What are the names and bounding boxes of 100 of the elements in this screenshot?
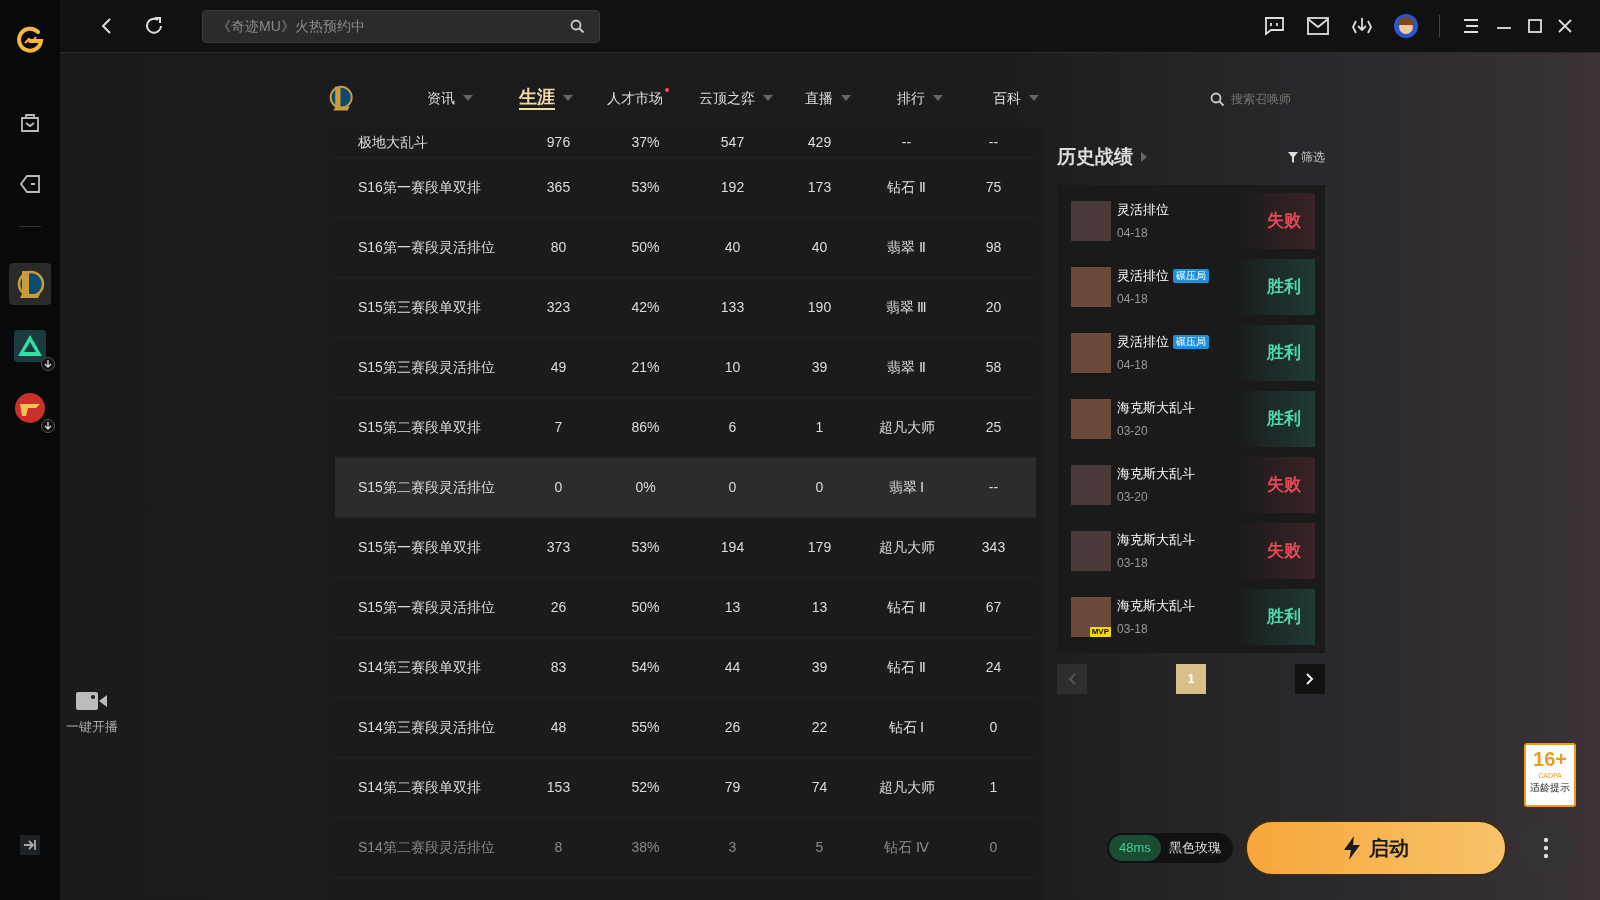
match-row[interactable]: 海克斯大乱斗 03-20 胜利 — [1057, 389, 1325, 449]
table-cell-text: 26 — [549, 598, 568, 617]
table-cell-text: 0 — [814, 478, 825, 497]
table-cell-text: 365 — [545, 178, 572, 197]
refresh-icon[interactable] — [144, 16, 164, 36]
table-cell-text: 3 — [727, 838, 738, 857]
table-cell-text: 26 — [723, 718, 742, 737]
caret-icon — [841, 95, 851, 101]
table-cell-text: 39 — [810, 358, 829, 377]
game-mode: 海克斯大乱斗 — [1117, 465, 1195, 484]
nav-tab[interactable]: 资讯 — [427, 83, 479, 113]
table-cell-text: 39 — [810, 658, 829, 677]
chat-icon[interactable] — [1263, 16, 1285, 36]
chevron-right-icon — [1306, 673, 1314, 685]
launch-button[interactable]: 启动 — [1244, 820, 1507, 876]
table-cell-text: S15第三赛段灵活排位 — [357, 358, 496, 377]
back-icon[interactable] — [100, 17, 114, 35]
search-icon[interactable] — [570, 18, 585, 34]
match-date: 04-18 — [1117, 224, 1149, 242]
filter-icon[interactable] — [1288, 151, 1298, 163]
mail-icon[interactable] — [1307, 17, 1329, 35]
table-row[interactable]: S15第一赛段单双排 373 53% 194 179 超凡大师 343 — [335, 518, 1036, 578]
table-cell-text: 75 — [984, 178, 1003, 197]
table-cell-text: 7 — [553, 418, 564, 437]
match-date: 03-20 — [1117, 422, 1149, 440]
menu-icon[interactable] — [1462, 18, 1480, 34]
search-bar[interactable]: 《奇迹MU》火热预约中 — [202, 9, 600, 43]
table-cell-text: 钻石 Ⅰ — [887, 718, 926, 737]
table-cell-text: 98 — [984, 238, 1003, 257]
table-cell-text: 83 — [549, 658, 568, 677]
table-cell-text: 976 — [545, 132, 572, 152]
filter-link[interactable]: 筛选 — [1301, 148, 1325, 166]
game-shortcut[interactable] — [9, 263, 51, 305]
mvp-badge: MVP — [1089, 627, 1111, 637]
table-cell-text: 79 — [723, 778, 742, 797]
avatar-icon[interactable] — [1393, 13, 1419, 39]
go-live-label[interactable]: 一键开播 — [66, 716, 118, 736]
game-mode: 海克斯大乱斗 — [1117, 531, 1195, 550]
server-status: 48ms 黑色玫瑰 — [1107, 833, 1233, 863]
match-row[interactable]: 灵活排位 04-18 失败 — [1057, 191, 1325, 251]
nav-tab[interactable]: 排行 — [897, 83, 949, 113]
table-cell-text: 80 — [549, 238, 568, 257]
table-cell-text: 1 — [988, 778, 999, 797]
table-cell-text: 192 — [719, 178, 746, 197]
table-cell-text: 74 — [810, 778, 829, 797]
caret-icon — [563, 95, 573, 101]
caret-icon[interactable] — [1141, 152, 1147, 162]
table-cell-text: 翡翠 Ⅱ — [886, 238, 927, 257]
table-cell-text: 53% — [630, 178, 661, 197]
video-camera-icon[interactable] — [76, 690, 108, 711]
table-cell-text: S14第三赛段灵活排位 — [357, 718, 496, 737]
table-cell-text: 40 — [723, 238, 742, 257]
table-cell-text: 323 — [545, 298, 572, 317]
table-cell-text: 0 — [988, 838, 999, 857]
caret-icon — [463, 95, 473, 101]
summoner-search-field[interactable]: 搜索召唤师 — [1231, 90, 1341, 108]
nav-tab[interactable]: 生涯 — [519, 83, 579, 113]
table-cell-text: 373 — [545, 538, 572, 557]
match-row[interactable]: 灵活排位 碾压局 04-18 胜利 — [1057, 323, 1325, 383]
table-row-highlighted[interactable]: S15第二赛段灵活排位 0 0% 0 0 翡翠 Ⅰ -- — [335, 458, 1036, 518]
game-mode: 海克斯大乱斗 — [1117, 399, 1195, 418]
collapse-icon[interactable] — [20, 835, 40, 855]
match-row[interactable]: 海克斯大乱斗 03-20 失败 — [1057, 455, 1325, 515]
table-row[interactable]: S15第三赛段灵活排位 49 21% 10 39 翡翠 Ⅱ 58 — [335, 338, 1036, 398]
nav-tab[interactable]: 直播 — [805, 83, 857, 113]
nav-tab[interactable]: 云顶之弈 — [699, 83, 779, 113]
match-date: 03-18 — [1117, 554, 1149, 572]
match-row[interactable]: MVP 海克斯大乱斗 03-18 胜利 — [1057, 587, 1325, 647]
table-cell-text: 钻石 Ⅳ — [883, 838, 930, 857]
table-cell-text: 0% — [634, 478, 657, 497]
close-icon[interactable] — [1558, 19, 1572, 33]
match-date: 04-18 — [1117, 290, 1149, 308]
maximize-icon[interactable] — [1528, 19, 1542, 33]
table-row[interactable]: S16第一赛段单双排 365 53% 192 173 钻石 Ⅱ 75 — [335, 158, 1036, 218]
search-icon[interactable] — [1210, 91, 1225, 107]
next-page-button[interactable] — [1295, 664, 1325, 694]
table-cell-text: -- — [987, 132, 1000, 152]
table-cell-text: 6 — [727, 418, 738, 437]
table-row[interactable]: S14第三赛段单双排 83 54% 44 39 钻石 Ⅱ 24 — [335, 638, 1036, 698]
table-cell-text: 173 — [806, 178, 833, 197]
table-row[interactable]: S14第二赛段灵活排位 8 38% 3 5 钻石 Ⅳ 0 — [335, 818, 1036, 878]
nav-tab[interactable]: 人才市场 — [607, 83, 669, 113]
table-row[interactable]: S15第一赛段灵活排位 26 50% 13 13 钻石 Ⅱ 67 — [335, 578, 1036, 638]
table-cell-text: 超凡大师 — [877, 538, 936, 557]
app-logo-icon[interactable] — [16, 24, 44, 54]
search-field[interactable]: 《奇迹MU》火热预约中 — [217, 15, 570, 37]
match-row[interactable]: 海克斯大乱斗 03-18 失败 — [1057, 521, 1325, 581]
table-row[interactable]: S15第三赛段单双排 323 42% 133 190 翡翠 Ⅲ 20 — [335, 278, 1036, 338]
tag-icon[interactable] — [18, 172, 42, 196]
match-row[interactable]: 灵活排位 碾压局 04-18 胜利 — [1057, 257, 1325, 317]
table-row[interactable]: S14第三赛段灵活排位 48 55% 26 22 钻石 Ⅰ 0 — [335, 698, 1036, 758]
table-row[interactable]: 极地大乱斗 976 37% 547 429 -- -- — [335, 127, 1036, 158]
table-row[interactable]: S16第一赛段灵活排位 80 50% 40 40 翡翠 Ⅱ 98 — [335, 218, 1036, 278]
table-cell-text: 42% — [630, 298, 661, 317]
match-date: 03-18 — [1117, 620, 1149, 638]
nav-tab[interactable]: 百科 — [993, 83, 1045, 113]
chevron-left-icon — [1068, 673, 1076, 685]
download-icon[interactable] — [1351, 16, 1373, 36]
caret-icon — [763, 95, 773, 101]
table-row[interactable]: S14第二赛段单双排 153 52% 79 74 超凡大师 1 — [335, 758, 1036, 818]
